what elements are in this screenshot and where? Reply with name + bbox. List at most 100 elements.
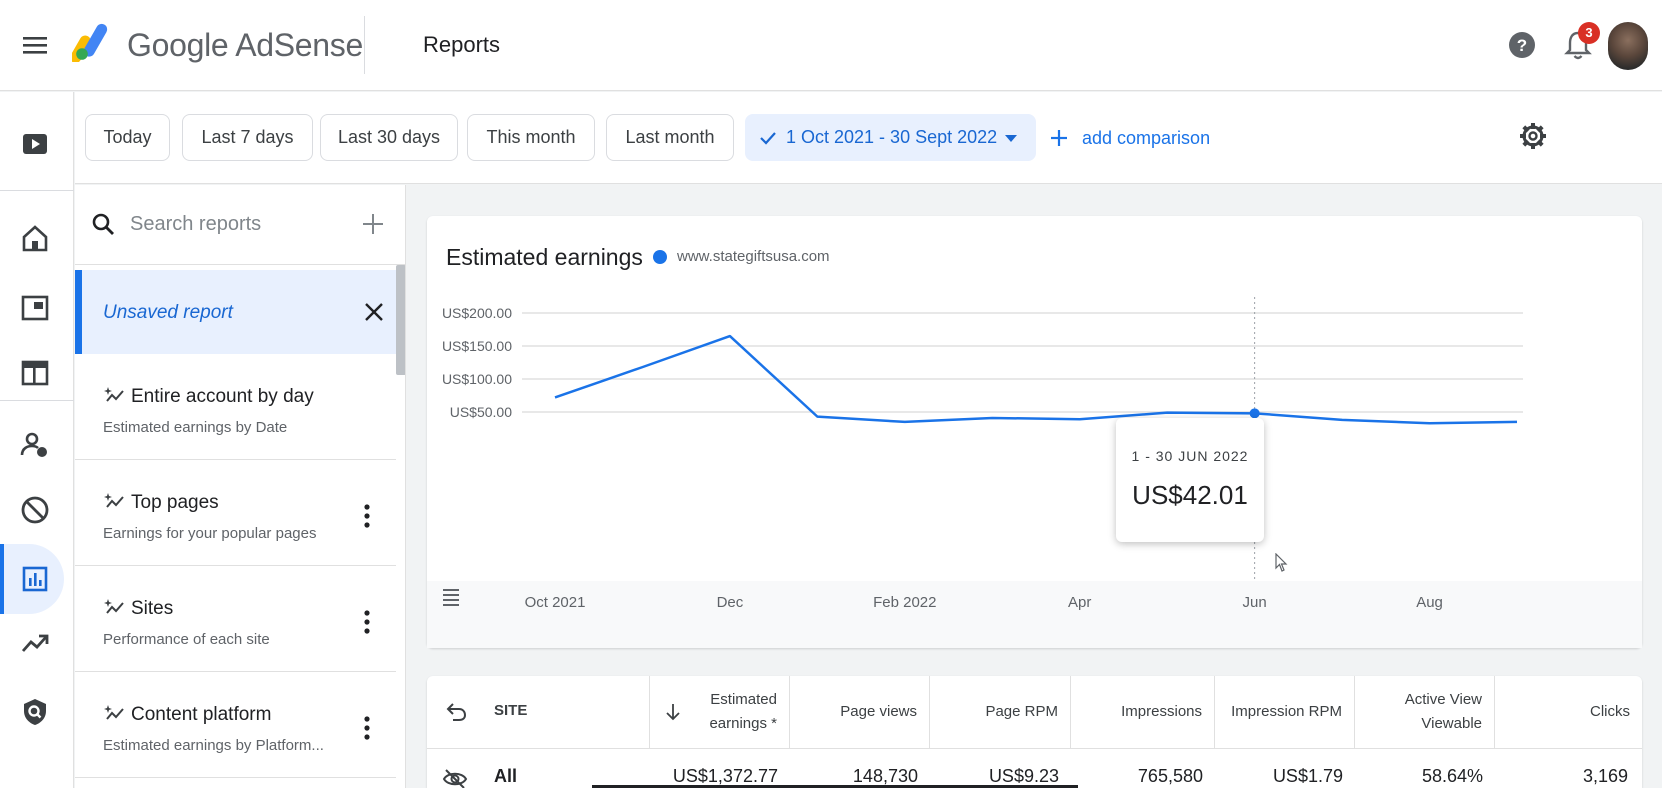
visibility-off-icon[interactable]: [442, 768, 468, 788]
column-label-site: SITE: [494, 702, 528, 719]
column-header-site[interactable]: SITE: [427, 676, 650, 748]
y-tick-label: US$100.00: [442, 371, 512, 387]
total-earnings: US$1,372.77: [672, 766, 778, 786]
plus-icon: [1051, 130, 1067, 146]
total-page-rpm: US$9.23: [988, 766, 1059, 786]
more-vert-icon[interactable]: [359, 714, 375, 742]
x-tick-label: Feb 2022: [873, 594, 936, 611]
report-item-sites[interactable]: Sites Performance of each site: [75, 566, 396, 672]
video-icon[interactable]: [19, 128, 51, 160]
y-tick-label: US$150.00: [442, 338, 512, 354]
tooltip-date: 1 - 30 JUN 2022: [1131, 448, 1249, 464]
reports-icon[interactable]: [19, 563, 51, 595]
x-tick-label: Jun: [1243, 594, 1267, 611]
column-label-impression-rpm: Impression RPM: [1231, 703, 1342, 720]
more-vert-icon[interactable]: [359, 608, 375, 636]
optimization-icon[interactable]: [19, 627, 51, 659]
x-tick-label: Dec: [717, 594, 744, 611]
total-clicks: 3,169: [1582, 766, 1628, 786]
unsaved-report-item[interactable]: Unsaved report: [75, 270, 396, 354]
chip-last-7-days[interactable]: Last 7 days: [182, 114, 313, 161]
column-label-earnings: Estimated earnings *: [709, 676, 777, 748]
total-impression-rpm: US$1.79: [1272, 766, 1343, 786]
privacy-messaging-icon[interactable]: [19, 429, 51, 461]
report-subtitle: Estimated earnings by Date: [103, 419, 288, 436]
column-label-impressions: Impressions: [1121, 703, 1202, 720]
report-table: SITE Estimated earnings * Page views Pag…: [427, 676, 1642, 788]
ads-icon[interactable]: [19, 292, 51, 324]
x-axis-band: [427, 581, 1642, 648]
column-label-clicks: Clicks: [1590, 703, 1630, 720]
navigation-rail: [0, 92, 74, 788]
add-comparison-button[interactable]: add comparison: [1050, 123, 1210, 153]
chip-last-month[interactable]: Last month: [606, 114, 734, 161]
sparkle-trend-icon: [104, 493, 124, 508]
svg-text:?: ?: [1517, 36, 1527, 55]
add-report-icon[interactable]: [361, 212, 385, 236]
earnings-chart-card: Estimated earnings www.stategiftsusa.com…: [427, 216, 1642, 648]
column-header-page-rpm[interactable]: Page RPM: [930, 676, 1071, 748]
column-header-clicks[interactable]: Clicks: [1495, 676, 1642, 748]
menu-icon[interactable]: [22, 32, 48, 58]
column-label-page-views: Page views: [840, 703, 917, 720]
check-icon: [760, 132, 776, 145]
table-toggle-icon: [443, 589, 459, 591]
report-item-entire-account[interactable]: Entire account by day Estimated earnings…: [75, 354, 396, 460]
search-row: [75, 185, 405, 265]
total-impressions: 765,580: [1137, 766, 1203, 786]
chart-tooltip: 1 - 30 JUN 2022 US$42.01: [1116, 418, 1264, 542]
report-item-content-platform[interactable]: Content platform Estimated earnings by P…: [75, 672, 396, 778]
help-icon[interactable]: ?: [1508, 31, 1536, 59]
table-toggle-icon: [443, 599, 459, 601]
brand-name: Google AdSense: [127, 27, 363, 63]
report-subtitle: Earnings for your popular pages: [103, 525, 317, 542]
arrow-down-icon[interactable]: [666, 702, 680, 722]
adsense-logo-icon[interactable]: [72, 20, 116, 62]
date-range-label: 1 Oct 2021 - 30 Sept 2022: [786, 127, 998, 147]
more-vert-icon[interactable]: [359, 502, 375, 530]
column-header-earnings[interactable]: Estimated earnings *: [650, 676, 790, 748]
home-icon[interactable]: [19, 222, 51, 254]
block-icon[interactable]: [19, 494, 51, 526]
x-tick-label: Apr: [1068, 594, 1091, 611]
sparkle-trend-icon: [104, 705, 124, 720]
close-icon[interactable]: [362, 300, 386, 324]
rail-divider: [0, 190, 74, 191]
report-list-panel: Unsaved report Entire account by day Est…: [75, 185, 406, 788]
mouse-cursor-icon: [1275, 553, 1288, 572]
rail-active-bar: [0, 544, 4, 614]
column-header-page-views[interactable]: Page views: [790, 676, 930, 748]
report-subtitle: Estimated earnings by Platform...: [103, 737, 324, 754]
date-filter-bar: Today Last 7 days Last 30 days This mont…: [75, 92, 1662, 184]
report-item-top-pages[interactable]: Top pages Earnings for your popular page…: [75, 460, 396, 566]
tooltip-value: US$42.01: [1132, 480, 1248, 510]
undo-icon[interactable]: [445, 700, 467, 722]
total-page-views: 148,730: [852, 766, 918, 786]
x-tick-label: Aug: [1416, 594, 1443, 611]
header-divider: [427, 748, 1642, 749]
report-subtitle: Performance of each site: [103, 631, 270, 648]
avatar[interactable]: [1608, 22, 1648, 70]
column-label-line: Active View: [1404, 691, 1482, 708]
sparkle-trend-icon: [104, 599, 124, 614]
column-header-impression-rpm[interactable]: Impression RPM: [1215, 676, 1355, 748]
chip-this-month[interactable]: This month: [467, 114, 595, 161]
scrollbar[interactable]: [396, 265, 405, 375]
column-header-active-view[interactable]: Active View Viewable: [1355, 676, 1495, 748]
search-reports-input[interactable]: [130, 209, 330, 239]
chip-today[interactable]: Today: [85, 114, 170, 161]
selected-indicator: [75, 270, 82, 354]
header-divider: [364, 16, 365, 74]
column-label-line: Viewable: [1421, 715, 1482, 732]
layout-icon[interactable]: [19, 357, 51, 389]
column-header-impressions[interactable]: Impressions: [1071, 676, 1215, 748]
unsaved-report-label: Unsaved report: [103, 302, 233, 323]
rail-divider: [0, 400, 74, 401]
search-icon: [92, 213, 114, 235]
policy-center-icon[interactable]: [19, 696, 51, 728]
date-range-dropdown[interactable]: 1 Oct 2021 - 30 Sept 2022: [745, 114, 1036, 161]
earnings-line-chart[interactable]: US$50.00 US$100.00 US$150.00 US$200.00 Oct 2…: [427, 216, 1642, 648]
total-active-view: 58.64%: [1421, 766, 1483, 786]
chip-last-30-days[interactable]: Last 30 days: [320, 114, 458, 161]
settings-gear-icon[interactable]: [1518, 121, 1548, 151]
